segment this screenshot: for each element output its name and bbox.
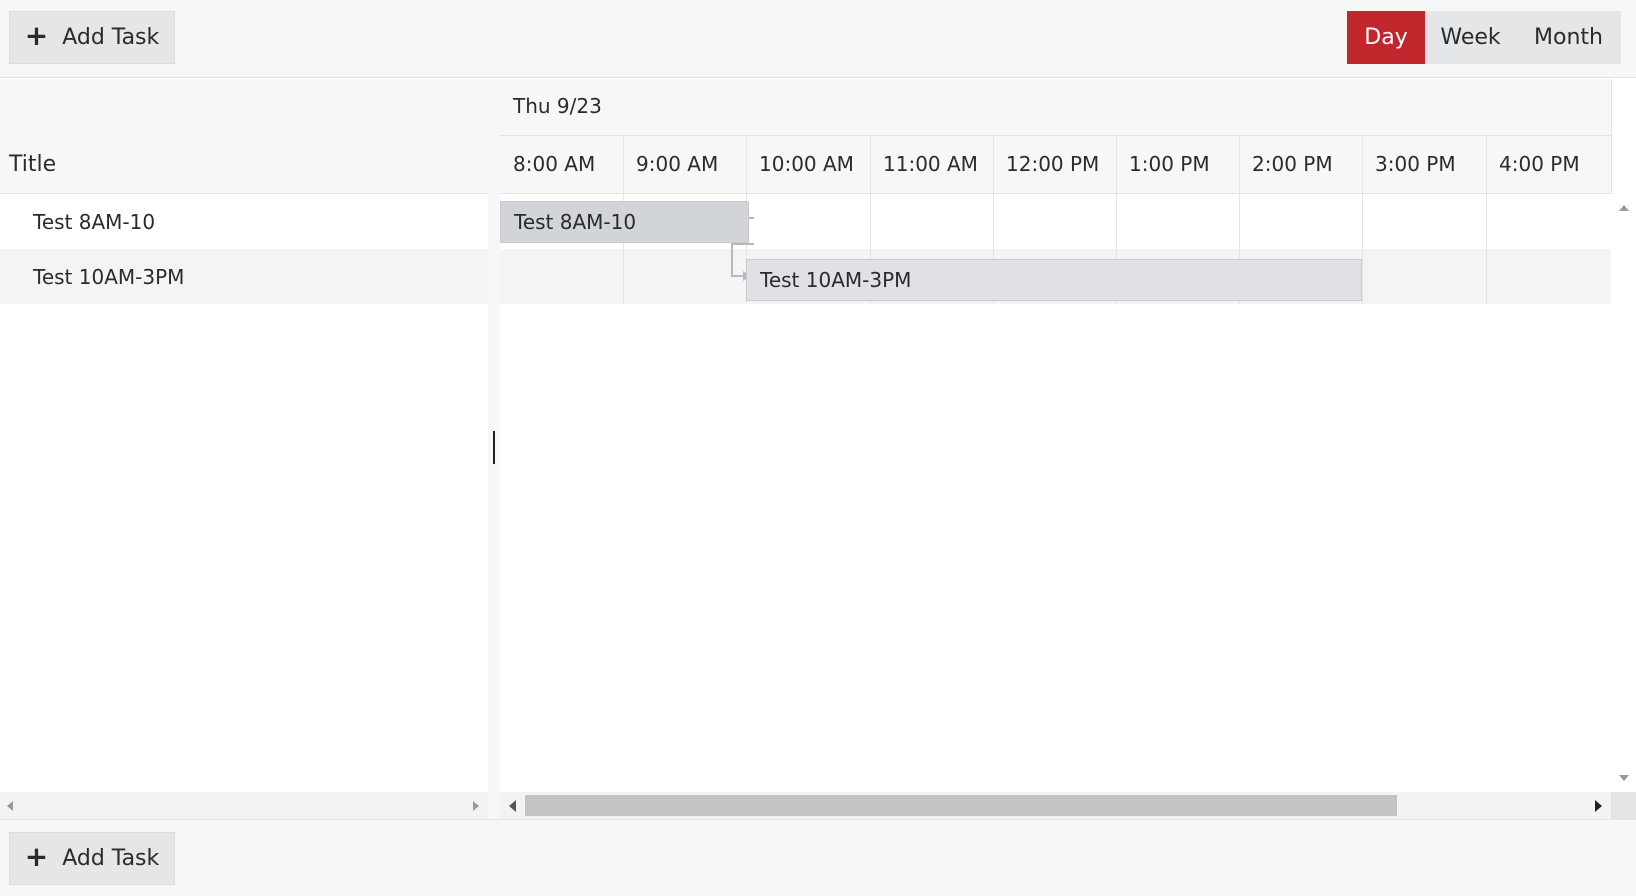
top-toolbar: + Add Task Day Week Month (0, 0, 1636, 78)
header-scroll-spacer (1611, 79, 1636, 194)
header-divider (746, 136, 747, 194)
time-slot-label: 11:00 AM (883, 152, 978, 176)
header-divider (1362, 136, 1363, 194)
add-task-button[interactable]: + Add Task (9, 832, 175, 885)
task-bar-label: Test 8AM-10 (514, 210, 637, 234)
header-divider (1239, 136, 1240, 194)
task-bar[interactable]: Test 10AM-3PM (746, 259, 1362, 301)
scroll-left-icon[interactable] (509, 800, 516, 812)
add-task-button[interactable]: + Add Task (9, 11, 175, 64)
vertical-scrollbar[interactable] (1611, 194, 1636, 792)
tree-row[interactable]: Test 10AM-3PM (0, 249, 488, 304)
add-task-label: Add Task (62, 25, 160, 50)
task-bar-label: Test 10AM-3PM (760, 268, 912, 292)
time-slot-label: 9:00 AM (636, 152, 719, 176)
bottom-toolbar: + Add Task (0, 819, 1636, 896)
time-slot-label: 10:00 AM (759, 152, 854, 176)
scroll-down-icon[interactable] (1619, 775, 1629, 781)
view-week-button[interactable]: Week (1425, 11, 1516, 64)
scroll-left-icon[interactable] (7, 801, 13, 811)
title-column-header[interactable]: Title (9, 152, 56, 177)
day-label: Thu 9/23 (513, 94, 602, 118)
time-slot-label: 12:00 PM (1006, 152, 1100, 176)
header-divider (1486, 136, 1487, 194)
text-cursor (493, 431, 495, 464)
grid-line (1486, 194, 1487, 304)
tree-horizontal-scrollbar[interactable] (0, 792, 488, 819)
time-slot-label: 4:00 PM (1499, 152, 1580, 176)
add-task-label: Add Task (62, 846, 160, 871)
time-slot-label: 8:00 AM (513, 152, 596, 176)
tree-header (0, 79, 488, 194)
timeline-horizontal-scrollbar[interactable] (500, 792, 1611, 819)
view-month-button[interactable]: Month (1516, 11, 1621, 64)
timeline-day-row (500, 79, 1611, 136)
scroll-up-icon[interactable] (1619, 205, 1629, 211)
tree-row[interactable]: Test 8AM-10 (0, 194, 488, 249)
tree-row-title: Test 10AM-3PM (33, 264, 185, 289)
header-divider (1116, 136, 1117, 194)
time-slot-label: 2:00 PM (1252, 152, 1333, 176)
time-slot-label: 1:00 PM (1129, 152, 1210, 176)
grid-line (1362, 194, 1363, 304)
scroll-corner (1611, 792, 1636, 819)
header-divider (870, 136, 871, 194)
scroll-right-icon[interactable] (473, 801, 479, 811)
scroll-right-icon[interactable] (1595, 800, 1602, 812)
scrollbar-thumb[interactable] (525, 795, 1397, 816)
plus-icon: + (24, 840, 49, 873)
view-switcher: Day Week Month (1347, 11, 1621, 64)
view-day-button[interactable]: Day (1347, 11, 1425, 64)
time-slot-label: 3:00 PM (1375, 152, 1456, 176)
task-bar[interactable]: Test 8AM-10 (500, 201, 749, 243)
header-divider (623, 136, 624, 194)
plus-icon: + (24, 19, 49, 52)
tree-row-title: Test 8AM-10 (33, 209, 156, 234)
header-divider (993, 136, 994, 194)
